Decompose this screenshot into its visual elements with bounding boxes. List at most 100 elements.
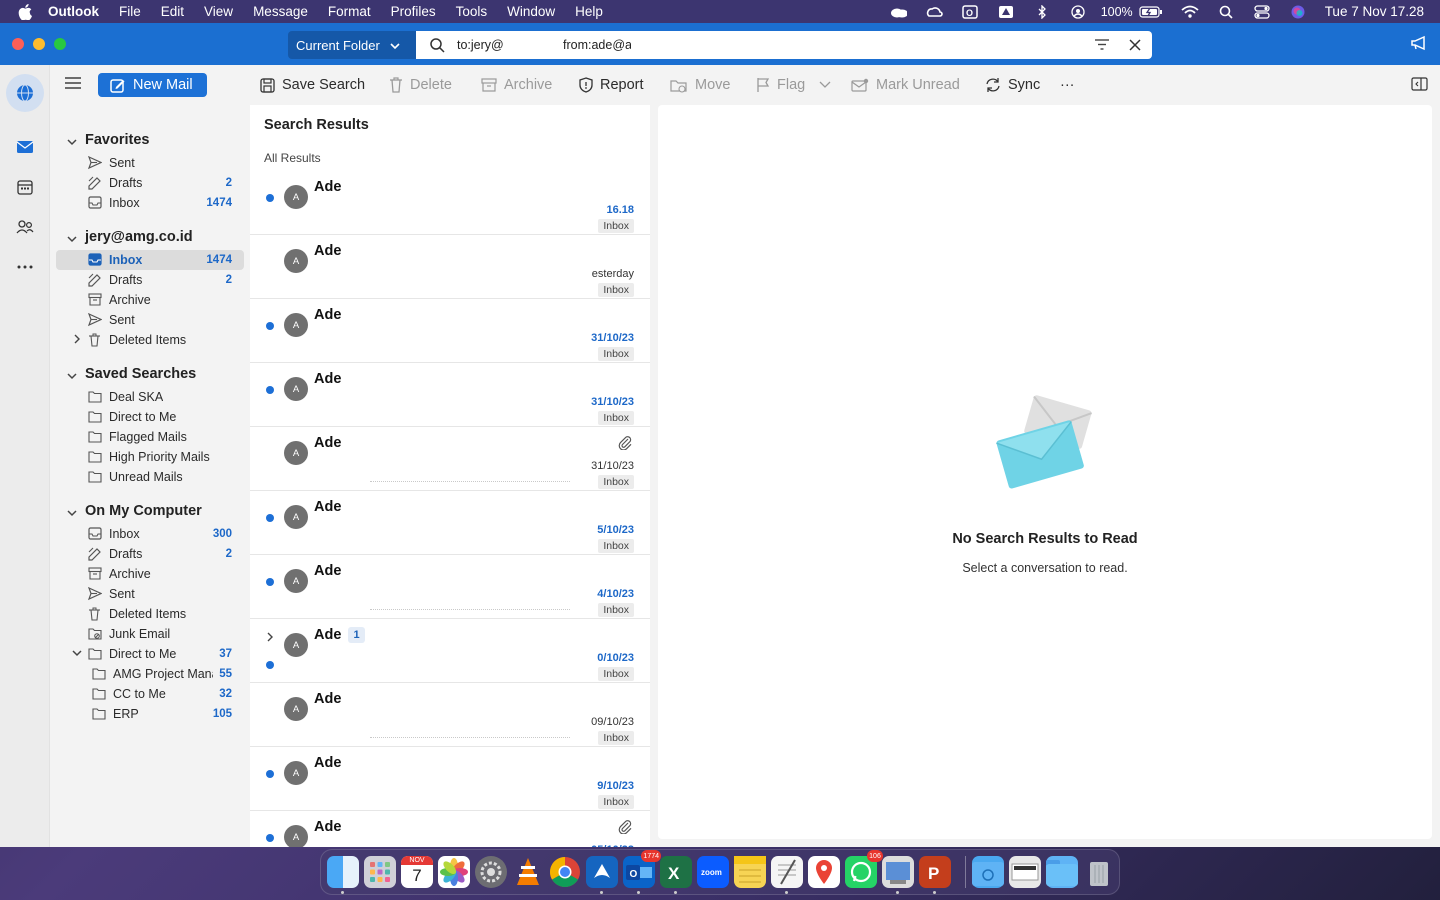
account-inbox[interactable]: Inbox 1474	[56, 250, 244, 270]
report-button[interactable]: Report	[579, 75, 644, 95]
search-query-to[interactable]: to:jery@	[457, 38, 563, 52]
filter-icon[interactable]	[1094, 38, 1110, 54]
move-button[interactable]: Move	[670, 75, 730, 95]
message-row[interactable]: A Ade 09/10/23 Inbox	[250, 683, 650, 747]
message-row[interactable]: A Ade 5/10/23 Inbox	[250, 491, 650, 555]
menu-app-name[interactable]: Outlook	[48, 4, 99, 19]
document-stack-icon[interactable]	[1009, 856, 1041, 888]
message-row[interactable]: A Ade 31/10/23 Inbox	[250, 427, 650, 491]
downloads-folder-icon[interactable]	[972, 856, 1004, 888]
delete-button[interactable]: Delete	[389, 75, 452, 95]
menu-view[interactable]: View	[204, 4, 233, 19]
trash-dock-icon[interactable]	[1083, 856, 1115, 888]
menu-help[interactable]: Help	[575, 4, 603, 19]
feedback-megaphone-icon[interactable]	[1410, 35, 1428, 56]
apple-icon[interactable]	[18, 3, 34, 20]
message-row[interactable]: A Ade 31/10/23 Inbox	[250, 363, 650, 427]
preview-icon[interactable]	[882, 856, 914, 888]
zoom-icon[interactable]: zoom	[697, 856, 729, 888]
calendar-app-icon[interactable]: NOV 7	[401, 856, 433, 888]
chevron-down-icon[interactable]	[67, 369, 77, 385]
message-row[interactable]: A Ade 1 0/10/23 Inbox	[250, 619, 650, 683]
message-list-filter-label[interactable]: All Results	[264, 151, 321, 165]
local-deleted-items[interactable]: Deleted Items	[56, 604, 244, 624]
excel-icon[interactable]: X	[660, 856, 692, 888]
onedrive-icon[interactable]	[889, 5, 907, 19]
rail-all-accounts-icon[interactable]	[6, 74, 44, 112]
documents-folder-icon[interactable]	[1046, 856, 1078, 888]
minimize-window-button[interactable]	[33, 38, 45, 50]
notes-icon[interactable]	[734, 856, 766, 888]
message-row[interactable]: A Ade 9/10/23 Inbox	[250, 747, 650, 811]
favorite-sent[interactable]: Sent	[56, 153, 244, 173]
outlook-dock-icon[interactable]: O 1774	[623, 850, 661, 888]
menu-window[interactable]: Window	[507, 4, 555, 19]
spotlight-search-icon[interactable]	[1217, 5, 1235, 19]
mark-unread-button[interactable]: Mark Unread	[851, 75, 960, 95]
fullscreen-window-button[interactable]	[54, 38, 66, 50]
search-scope-dropdown[interactable]: Current Folder	[288, 31, 416, 59]
vlc-icon[interactable]	[512, 856, 544, 888]
more-actions-button[interactable]: ···	[1060, 75, 1075, 95]
outlook-status-icon[interactable]: O	[961, 4, 979, 19]
message-row[interactable]: A Ade 31/10/23 Inbox	[250, 299, 650, 363]
search-input[interactable]: to:jery@ from:ade@a	[416, 31, 1152, 59]
chevron-down-icon[interactable]	[67, 135, 77, 151]
local-cc-to-me[interactable]: CC to Me 32	[56, 684, 244, 704]
search-query-from[interactable]: from:ade@a	[563, 38, 631, 52]
account-deleted-items[interactable]: Deleted Items	[56, 330, 244, 350]
local-archive[interactable]: Archive	[56, 564, 244, 584]
whatsapp-icon[interactable]: 106	[845, 850, 883, 888]
archive-button[interactable]: Archive	[481, 75, 552, 95]
clear-search-icon[interactable]	[1128, 38, 1142, 55]
local-sent[interactable]: Sent	[56, 584, 244, 604]
local-junk-email[interactable]: Junk Email	[56, 624, 244, 644]
rail-people-icon[interactable]	[14, 216, 36, 238]
local-erp[interactable]: ERP 105	[56, 704, 244, 724]
message-row[interactable]: AAde05/10/23Inbox	[250, 811, 650, 847]
creative-cloud-icon[interactable]	[925, 5, 943, 19]
battery-charging-icon[interactable]	[1139, 5, 1163, 19]
siri-icon[interactable]	[1289, 5, 1307, 19]
saved-search-deal-ska[interactable]: Deal SKA	[56, 387, 244, 407]
control-center-icon[interactable]	[1253, 4, 1271, 19]
sync-button[interactable]: Sync	[985, 75, 1040, 95]
message-row[interactable]: A Ade 16.18 Inbox	[250, 171, 650, 235]
local-inbox[interactable]: Inbox 300	[56, 524, 244, 544]
textedit-icon[interactable]	[771, 856, 803, 888]
drive-icon[interactable]	[997, 5, 1015, 19]
flag-options-chevron-icon[interactable]	[819, 81, 831, 89]
finder-icon[interactable]	[327, 856, 359, 888]
wifi-icon[interactable]	[1181, 5, 1199, 19]
powerpoint-icon[interactable]: P	[919, 856, 951, 888]
rail-more-apps-icon[interactable]	[14, 256, 36, 278]
menu-tools[interactable]: Tools	[456, 4, 488, 19]
chevron-right-icon[interactable]	[72, 334, 82, 344]
user-account-icon[interactable]	[1069, 4, 1087, 19]
system-settings-icon[interactable]	[475, 856, 507, 888]
menu-edit[interactable]: Edit	[161, 4, 184, 19]
chevron-right-icon[interactable]	[265, 629, 275, 647]
saved-search-high-priority[interactable]: High Priority Mails	[56, 447, 244, 467]
hamburger-menu-icon[interactable]	[64, 76, 82, 95]
account-drafts[interactable]: Drafts 2	[56, 270, 244, 290]
rail-calendar-icon[interactable]	[14, 176, 36, 198]
favorite-inbox[interactable]: Inbox 1474	[56, 193, 244, 213]
photos-app-icon[interactable]	[438, 856, 470, 888]
menu-file[interactable]: File	[119, 4, 141, 19]
menu-profiles[interactable]: Profiles	[391, 4, 436, 19]
launchpad-icon[interactable]	[364, 856, 396, 888]
local-amg-project[interactable]: AMG Project Mana 55	[56, 664, 244, 684]
menu-message[interactable]: Message	[253, 4, 308, 19]
message-row[interactable]: A Ade esterday Inbox	[250, 235, 650, 299]
saved-search-unread[interactable]: Unread Mails	[56, 467, 244, 487]
reading-pane-toggle-icon[interactable]	[1411, 77, 1428, 96]
vpn-app-icon[interactable]	[586, 856, 618, 888]
local-drafts[interactable]: Drafts 2	[56, 544, 244, 564]
save-search-button[interactable]: Save Search	[260, 75, 365, 95]
bluetooth-icon[interactable]	[1033, 4, 1051, 19]
menubar-clock[interactable]: Tue 7 Nov 17.28	[1325, 4, 1424, 19]
chevron-down-icon[interactable]	[67, 232, 77, 248]
account-archive[interactable]: Archive	[56, 290, 244, 310]
google-maps-icon[interactable]	[808, 856, 840, 888]
